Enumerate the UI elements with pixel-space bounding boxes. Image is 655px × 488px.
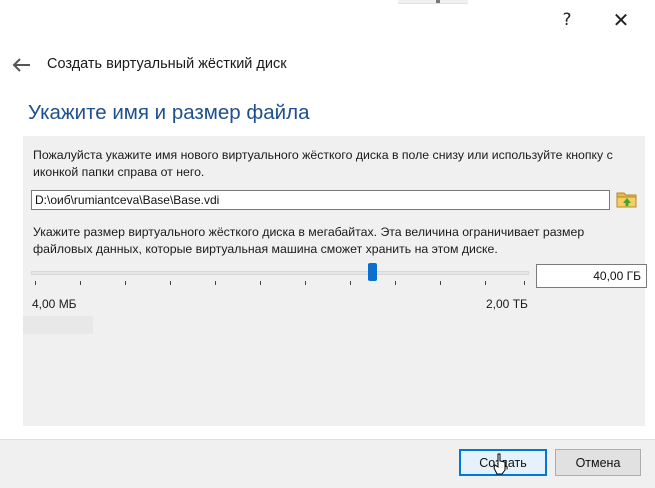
slider-tick — [440, 281, 441, 285]
location-description: Пожалуйста укажите имя нового виртуально… — [33, 148, 613, 179]
cancel-button[interactable]: Отмена — [555, 449, 641, 476]
slider-tick — [215, 281, 216, 285]
slider-tick — [260, 281, 261, 285]
slider-tick — [524, 281, 525, 285]
title-bar: ? ✕ — [0, 0, 655, 40]
background-artifact — [23, 316, 93, 334]
mouse-cursor-icon — [493, 453, 507, 475]
slider-tick — [395, 281, 396, 285]
slider-max-label: 2,00 ТБ — [486, 297, 528, 311]
slider-tick — [350, 281, 351, 285]
back-arrow-icon[interactable] — [10, 54, 34, 76]
slider-tick — [125, 281, 126, 285]
close-button[interactable]: ✕ — [606, 8, 636, 32]
slider-tick — [35, 281, 36, 285]
create-virtual-disk-dialog: ? ✕ Создать виртуальный жёсткий диск Ука… — [0, 0, 655, 488]
slider-tick — [305, 281, 306, 285]
slider-tick — [485, 281, 486, 285]
footer-separator — [0, 439, 655, 440]
help-button[interactable]: ? — [552, 8, 582, 32]
wizard-title: Создать виртуальный жёсткий диск — [47, 56, 287, 72]
background-window-edge — [398, 0, 468, 4]
slider-tick — [170, 281, 171, 285]
file-path-input[interactable] — [31, 190, 610, 210]
slider-track[interactable] — [31, 271, 529, 275]
background-window-dot — [436, 0, 440, 3]
page-heading: Укажите имя и размер файла — [28, 101, 310, 124]
disk-size-input[interactable] — [536, 264, 647, 288]
folder-icon[interactable] — [615, 187, 639, 211]
slider-min-label: 4,00 МБ — [32, 297, 77, 311]
disk-size-slider[interactable] — [31, 262, 529, 286]
size-description: Укажите размер виртуального жёсткого дис… — [33, 225, 585, 256]
slider-tick — [80, 281, 81, 285]
slider-thumb[interactable] — [368, 263, 377, 281]
